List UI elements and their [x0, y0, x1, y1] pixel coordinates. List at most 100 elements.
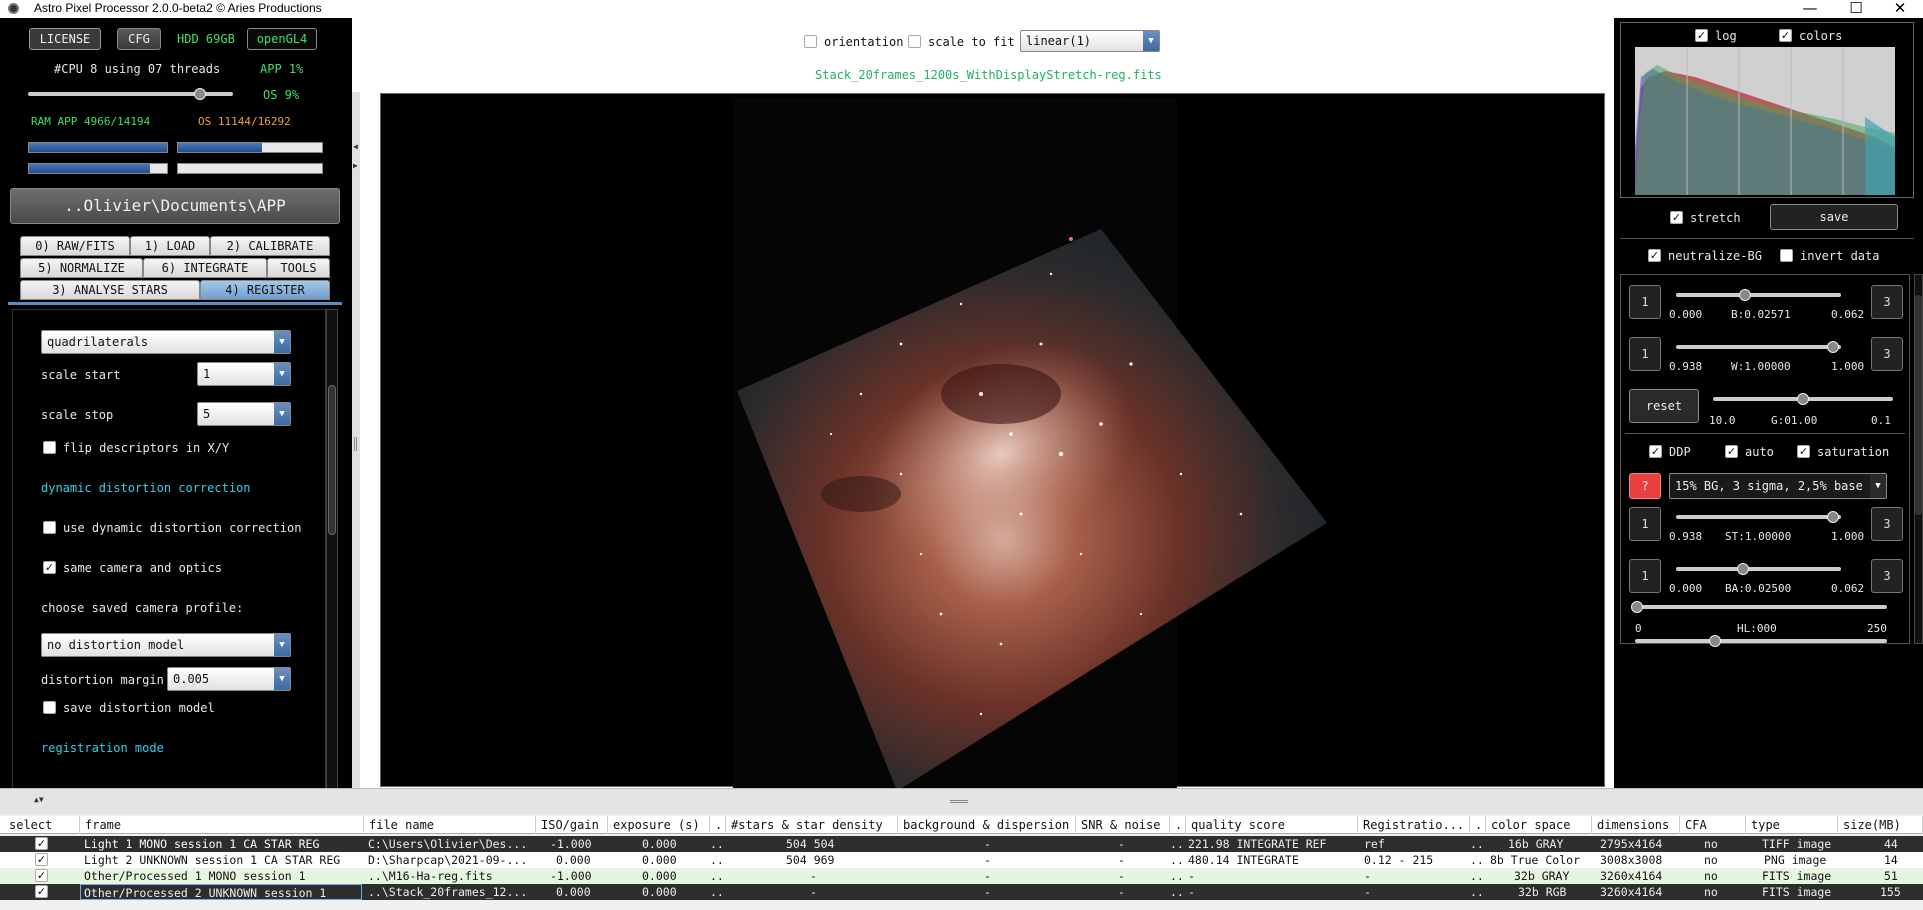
left-collapse-strip[interactable]: ◀ ▶ — [352, 92, 360, 788]
tab-load[interactable]: 1) LOAD — [130, 236, 210, 256]
st-step-3-button[interactable]: 3 — [1871, 507, 1903, 541]
use-ddc-checkbox[interactable] — [43, 521, 56, 534]
neutralize-bg-checkbox[interactable]: ✓ — [1648, 249, 1661, 262]
camera-profile-select[interactable]: no distortion model ▼ — [41, 633, 291, 657]
col-dot-3[interactable]: . — [1470, 816, 1486, 834]
ba-slider[interactable] — [1676, 567, 1841, 571]
col-stars[interactable]: #stars & star density — [726, 816, 898, 834]
colors-checkbox[interactable]: ✓ — [1779, 29, 1792, 42]
reset-button[interactable]: reset — [1629, 389, 1699, 423]
splitter-handle-icon[interactable] — [950, 800, 968, 803]
col-color-space[interactable]: color space — [1486, 816, 1592, 834]
sat-slider-thumb[interactable] — [1709, 635, 1721, 647]
help-button[interactable]: ? — [1629, 473, 1661, 499]
image-canvas[interactable] — [380, 93, 1605, 788]
table-row[interactable]: ✓ Light 2 UNKNOWN session 1 CA STAR REG … — [0, 852, 1923, 868]
right-scrollbar[interactable] — [1914, 274, 1923, 644]
scale-start-select[interactable]: 1 ▼ — [197, 362, 291, 386]
threads-slider-thumb[interactable] — [194, 88, 206, 100]
table-row[interactable]: ✓ Other/Processed 1 MONO session 1 ..\M1… — [0, 868, 1923, 884]
b-slider-thumb[interactable] — [1739, 289, 1751, 301]
opengl-button[interactable]: openGL4 — [247, 28, 317, 50]
same-camera-checkbox[interactable]: ✓ — [43, 561, 56, 574]
distortion-margin-select[interactable]: 0.005 ▼ — [167, 667, 291, 691]
col-size[interactable]: size(MB) — [1838, 816, 1923, 834]
g-slider-thumb[interactable] — [1797, 393, 1809, 405]
hl-slider-thumb[interactable] — [1631, 601, 1643, 613]
splitter-arrows-icon[interactable]: ▲▼ — [34, 795, 44, 804]
tab-normalize[interactable]: 5) NORMALIZE — [20, 258, 143, 278]
w-step-1-button[interactable]: 1 — [1629, 337, 1661, 371]
col-file-name[interactable]: file name — [364, 816, 536, 834]
log-checkbox[interactable]: ✓ — [1695, 29, 1708, 42]
col-dimensions[interactable]: dimensions — [1592, 816, 1680, 834]
close-button[interactable]: ✕ — [1877, 0, 1923, 18]
mode-select[interactable]: quadrilaterals ▼ — [41, 330, 291, 354]
left-scrollbar-thumb[interactable] — [328, 385, 336, 535]
splitter-handle-icon[interactable] — [354, 437, 357, 451]
col-exposure[interactable]: exposure (s) — [608, 816, 710, 834]
row-select-checkbox[interactable]: ✓ — [35, 869, 48, 882]
col-iso-gain[interactable]: ISO/gain — [536, 816, 608, 834]
st-slider[interactable] — [1676, 515, 1841, 519]
tab-calibrate[interactable]: 2) CALIBRATE — [210, 236, 330, 256]
minimize-button[interactable]: — — [1787, 0, 1833, 18]
col-snr[interactable]: SNR & noise — [1076, 816, 1170, 834]
save-button[interactable]: save — [1770, 204, 1898, 230]
left-scrollbar[interactable] — [326, 309, 338, 803]
table-row[interactable]: ✓ Other/Processed 2 UNKNOWN session 1 ..… — [0, 884, 1923, 900]
row-select-checkbox[interactable]: ✓ — [35, 885, 48, 898]
auto-checkbox[interactable]: ✓ — [1725, 445, 1738, 458]
col-select[interactable]: select — [4, 816, 80, 834]
license-button[interactable]: LICENSE — [29, 28, 101, 50]
tab-register[interactable]: 4) REGISTER — [200, 280, 330, 300]
tab-raw-fits[interactable]: 0) RAW/FITS — [20, 236, 130, 256]
ba-step-1-button[interactable]: 1 — [1629, 559, 1661, 593]
right-scrollbar-thumb[interactable] — [1915, 295, 1922, 515]
scale-stop-select[interactable]: 5 ▼ — [197, 402, 291, 426]
col-quality[interactable]: quality score — [1186, 816, 1358, 834]
w-slider[interactable] — [1676, 345, 1841, 349]
col-dot-1[interactable]: . — [710, 816, 726, 834]
cell-size: 14 — [1884, 853, 1898, 867]
invert-data-checkbox[interactable] — [1780, 249, 1793, 262]
st-step-1-button[interactable]: 1 — [1629, 507, 1661, 541]
col-dot-2[interactable]: . — [1170, 816, 1186, 834]
tab-analyse-stars[interactable]: 3) ANALYSE STARS — [20, 280, 200, 300]
flip-descriptors-checkbox[interactable] — [43, 441, 56, 454]
b-step-3-button[interactable]: 3 — [1871, 285, 1903, 319]
ddp-preset-select[interactable]: 15% BG, 3 sigma, 2,5% base ▼ — [1669, 473, 1887, 499]
col-frame[interactable]: frame — [80, 816, 364, 834]
table-row[interactable]: ✓ Light 1 MONO session 1 CA STAR REG C:\… — [0, 836, 1923, 852]
stretch-function-select[interactable]: linear(1) ▼ — [1020, 30, 1160, 52]
ba-step-3-button[interactable]: 3 — [1871, 559, 1903, 593]
col-type[interactable]: type — [1746, 816, 1838, 834]
hl-slider[interactable] — [1635, 605, 1887, 609]
collapse-arrow-icon[interactable]: ◀ — [353, 142, 358, 151]
w-step-3-button[interactable]: 3 — [1871, 337, 1903, 371]
w-slider-thumb[interactable] — [1827, 341, 1839, 353]
row-select-checkbox[interactable]: ✓ — [35, 837, 48, 850]
working-directory-button[interactable]: ..Olivier\Documents\APP — [10, 188, 340, 224]
orientation-checkbox[interactable] — [804, 35, 817, 48]
ddp-checkbox[interactable]: ✓ — [1649, 445, 1662, 458]
cfg-button[interactable]: CFG — [117, 28, 161, 50]
scale-to-fit-checkbox[interactable] — [908, 35, 921, 48]
col-cfa[interactable]: CFA — [1680, 816, 1746, 834]
sat-slider[interactable] — [1635, 639, 1887, 643]
tab-tools[interactable]: TOOLS — [267, 258, 330, 278]
saturation-checkbox[interactable]: ✓ — [1797, 445, 1810, 458]
row-select-checkbox[interactable]: ✓ — [35, 853, 48, 866]
stretch-checkbox[interactable]: ✓ — [1670, 211, 1683, 224]
b-slider[interactable] — [1676, 293, 1841, 297]
st-slider-thumb[interactable] — [1827, 511, 1839, 523]
tab-integrate[interactable]: 6) INTEGRATE — [143, 258, 267, 278]
col-registration[interactable]: Registratio... — [1358, 816, 1470, 834]
ba-slider-thumb[interactable] — [1737, 563, 1749, 575]
save-distortion-checkbox[interactable] — [43, 701, 56, 714]
expand-arrow-icon[interactable]: ▶ — [353, 161, 358, 170]
maximize-button[interactable]: ☐ — [1833, 0, 1879, 18]
b-step-1-button[interactable]: 1 — [1629, 285, 1661, 319]
table-splitter[interactable]: ▲▼ — [0, 788, 1923, 814]
col-background[interactable]: background & dispersion — [898, 816, 1076, 834]
